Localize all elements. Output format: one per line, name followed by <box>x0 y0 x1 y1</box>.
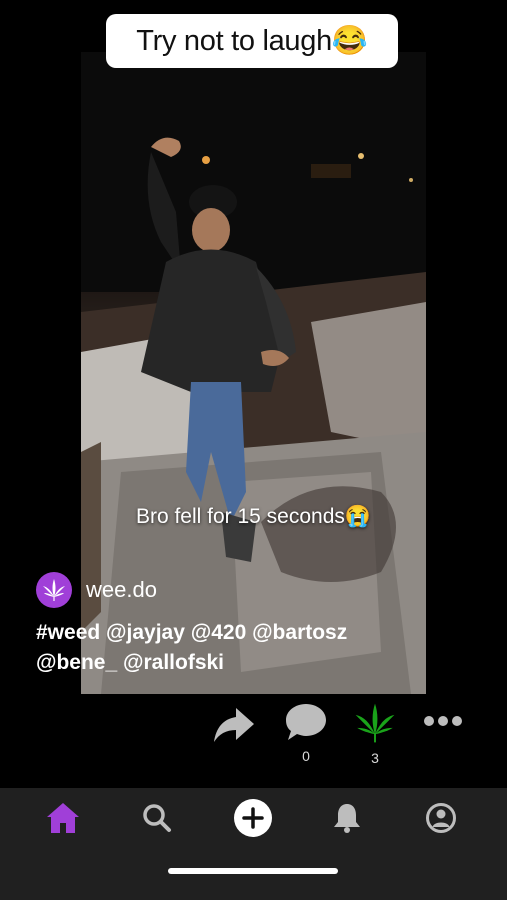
tab-profile[interactable] <box>416 796 466 840</box>
like-count: 3 <box>371 750 379 766</box>
post-description: #weed @jayjay @420 @bartosz @bene_ @rall… <box>36 618 426 678</box>
author-name[interactable]: wee.do <box>86 577 157 603</box>
video-title-banner: Try not to laugh😂 <box>106 14 398 68</box>
tab-search[interactable] <box>132 796 182 840</box>
tab-home[interactable] <box>38 796 88 840</box>
tab-notifications[interactable] <box>322 796 372 840</box>
hashtags-line-1[interactable]: #weed @jayjay @420 @bartosz <box>36 618 426 648</box>
comment-count: 0 <box>302 748 310 764</box>
speech-bubble-icon <box>286 704 326 740</box>
author-avatar[interactable] <box>36 572 72 608</box>
cannabis-leaf-icon <box>43 579 65 601</box>
video-caption-overlay: Bro fell for 15 seconds😭 <box>135 505 372 528</box>
more-button[interactable] <box>422 714 464 728</box>
more-dots-icon <box>424 716 462 726</box>
share-button[interactable] <box>212 704 256 744</box>
profile-icon <box>426 803 456 833</box>
home-icon <box>47 803 79 833</box>
action-bar: 0 3 <box>0 702 507 772</box>
plus-circle-icon <box>234 799 272 837</box>
tab-create[interactable] <box>228 796 278 840</box>
home-indicator[interactable] <box>168 868 338 874</box>
bell-icon <box>334 804 360 833</box>
cannabis-leaf-icon <box>355 703 395 743</box>
hashtags-line-2[interactable]: @bene_ @rallofski <box>36 648 426 678</box>
comment-button[interactable]: 0 <box>284 702 328 764</box>
like-button[interactable]: 3 <box>354 702 396 766</box>
bottom-tab-bar <box>0 788 507 900</box>
author-row[interactable]: wee.do <box>36 572 157 608</box>
search-icon <box>143 804 171 832</box>
share-arrow-icon <box>214 708 254 742</box>
